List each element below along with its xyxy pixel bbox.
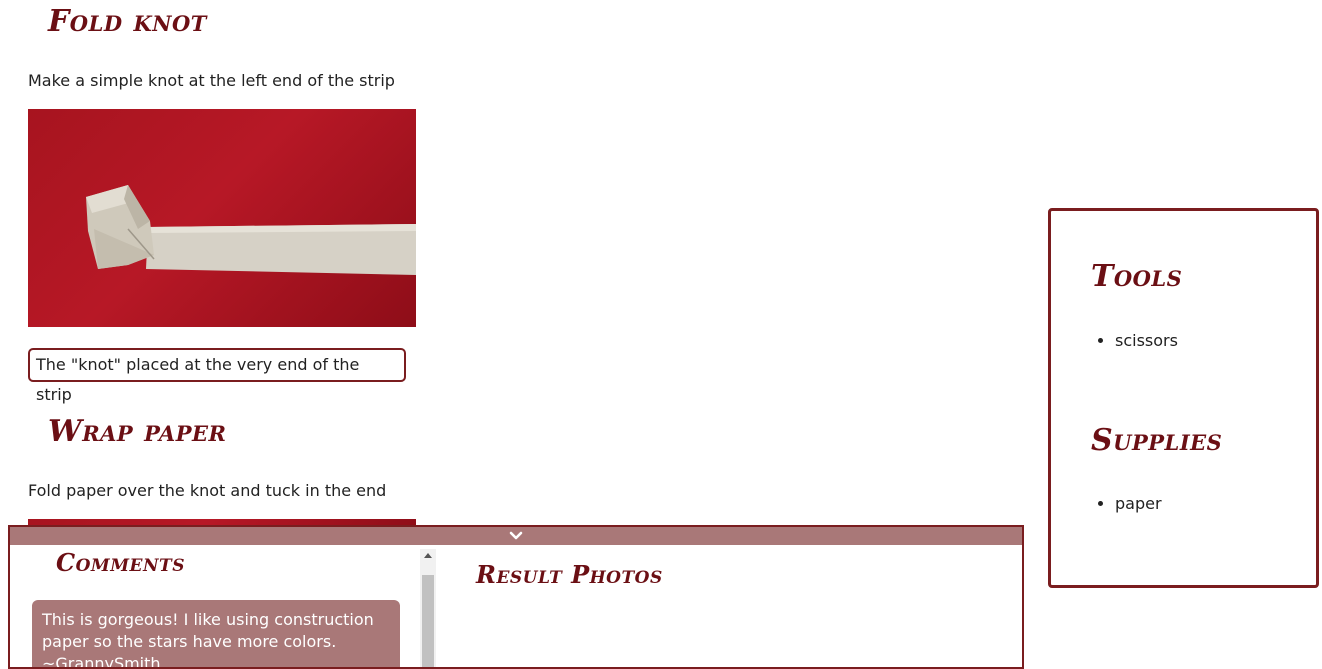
comments-scrollbar[interactable] xyxy=(420,549,436,667)
tools-list-item: scissors xyxy=(1115,331,1178,350)
scroll-up-arrow-icon[interactable] xyxy=(424,553,432,558)
step-photo-fold-knot xyxy=(28,109,416,327)
step-title-fold-knot: Fold knot xyxy=(48,4,207,39)
comment-item: This is gorgeous! I like using construct… xyxy=(32,600,400,667)
comments-heading: Comments xyxy=(56,548,185,577)
supplies-heading: Supplies xyxy=(1091,423,1223,458)
panel-collapse-toggle[interactable] xyxy=(10,527,1022,545)
supplies-list: paper xyxy=(1093,494,1162,513)
photo-caption: The "knot" placed at the very end of the… xyxy=(28,348,406,404)
chevron-down-icon xyxy=(509,531,523,541)
tools-supplies-sidebar: Tools scissors Supplies paper xyxy=(1048,208,1319,588)
tools-list: scissors xyxy=(1093,331,1178,350)
scroll-thumb[interactable] xyxy=(422,575,434,667)
step-instruction-fold-knot: Make a simple knot at the left end of th… xyxy=(28,71,395,90)
comments-results-panel: Comments This is gorgeous! I like using … xyxy=(8,525,1024,669)
supplies-list-item: paper xyxy=(1115,494,1162,513)
step-title-wrap-paper: Wrap paper xyxy=(48,414,227,449)
tools-heading: Tools xyxy=(1091,259,1183,294)
result-photos-heading: Result Photos xyxy=(476,560,663,589)
paper-strip-illustration xyxy=(86,185,416,275)
comments-pane[interactable]: Comments This is gorgeous! I like using … xyxy=(10,545,436,667)
step-instruction-wrap-paper: Fold paper over the knot and tuck in the… xyxy=(28,481,387,500)
